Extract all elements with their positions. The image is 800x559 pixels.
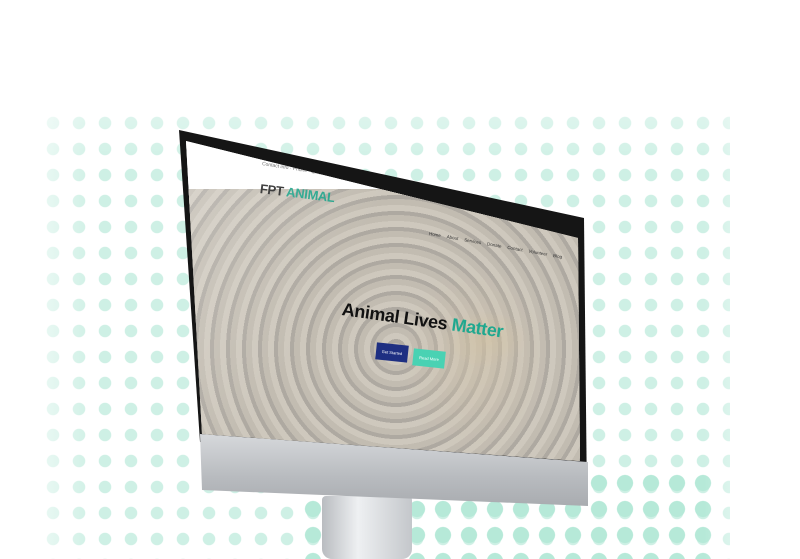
read-more-button[interactable]: Read More <box>412 348 446 369</box>
monitor-stand <box>322 496 412 559</box>
get-started-button[interactable]: Get Started <box>375 342 409 363</box>
brand-name: FPT <box>259 181 285 199</box>
